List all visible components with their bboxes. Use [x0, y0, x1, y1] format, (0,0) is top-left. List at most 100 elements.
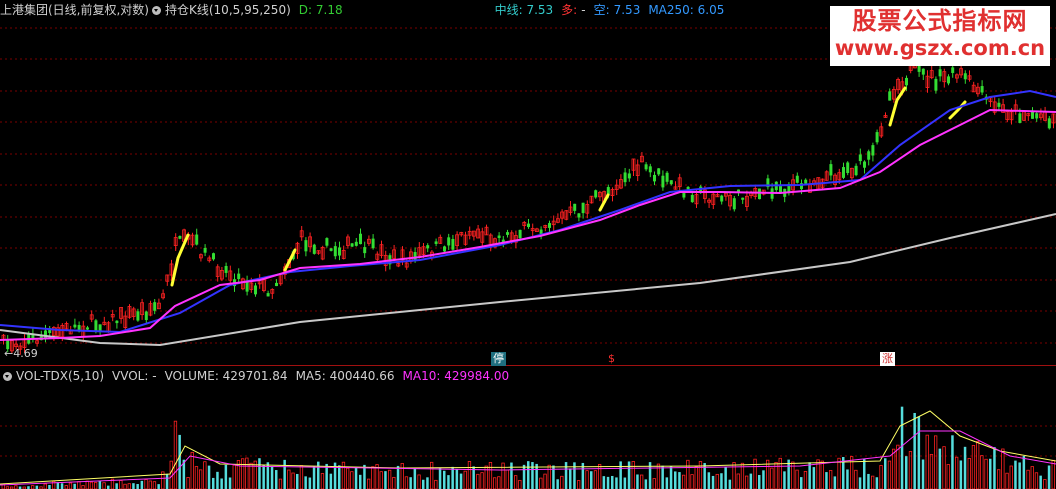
volume-bar [422, 479, 425, 489]
candle-body [153, 302, 157, 311]
volume-bar [661, 465, 664, 489]
price-chart-header: 上港集团(日线,前复权,对数) 持仓K线(10,5,95,250) D: 7.1… [0, 0, 724, 20]
dropdown-icon[interactable] [3, 371, 12, 381]
volume-bar [304, 476, 307, 489]
volume-bar [127, 483, 131, 489]
candle-body [144, 311, 148, 321]
volume-bar [455, 469, 459, 489]
volume-bar [854, 469, 858, 489]
candle-body [73, 324, 77, 328]
volume-bar [925, 434, 929, 489]
volume-bar [585, 470, 589, 489]
volume-bar [115, 483, 118, 489]
candle-body [115, 320, 119, 324]
volume-bar [404, 476, 409, 489]
ma250-value: MA250: 6.05 [648, 3, 725, 17]
dropdown-icon[interactable] [152, 5, 161, 15]
watermark-logo: 股票公式指标网 www.gszx.com.cn [830, 6, 1050, 66]
volume-bar [64, 485, 68, 489]
volume-bar [245, 457, 249, 489]
volume-bar [1034, 472, 1039, 489]
candle-body [627, 173, 631, 179]
volume-bar [392, 476, 396, 489]
volume-bar [825, 472, 828, 489]
volume-bar [77, 481, 81, 489]
candle-body [644, 164, 648, 170]
volume-bar [35, 485, 39, 489]
indicator-name[interactable]: 持仓K线(10,5,95,250) [165, 0, 291, 20]
volume-bar [593, 470, 598, 489]
suspension-marker[interactable]: 停 [491, 352, 506, 366]
volume-bar [783, 471, 786, 489]
volume-bar [917, 416, 921, 489]
volume-bar [736, 473, 740, 489]
candle-body [963, 73, 967, 80]
volume-bar [447, 475, 450, 489]
volume-bar [669, 466, 673, 489]
volume-bar [522, 464, 526, 489]
candle-body [86, 327, 89, 330]
volume-bar [194, 466, 199, 489]
candle-body [443, 246, 446, 252]
volume-bar [745, 475, 749, 489]
candle-body [934, 78, 938, 91]
dividend-marker[interactable]: $ [606, 352, 617, 366]
volume-bar [971, 445, 976, 489]
volume-bar [1001, 448, 1005, 489]
security-title: 上港集团(日线,前复权,对数) [0, 3, 149, 17]
volume-bar [611, 475, 614, 489]
candle-body [661, 175, 665, 188]
volume-bar [980, 455, 984, 489]
candle-body [682, 193, 686, 198]
volume-bar [287, 469, 291, 489]
candle-body [623, 172, 627, 183]
volume-bar [107, 485, 110, 489]
volume-bar [409, 477, 412, 489]
volume-bar [984, 458, 988, 489]
volume-bar [505, 469, 509, 489]
volume-bar [900, 406, 904, 489]
volume-bar [459, 473, 463, 489]
volume-bar [934, 435, 938, 489]
volume-bar [606, 476, 610, 489]
volume-bar [619, 461, 622, 489]
volume-bar [690, 474, 694, 489]
volume-indicator-name[interactable]: VOL-TDX(5,10) [16, 366, 104, 386]
volume-bar [652, 478, 656, 489]
volume-bar [858, 477, 862, 489]
volume-bar [1022, 455, 1026, 489]
kong-value: 7.53 [613, 3, 641, 17]
volume-bar [892, 448, 896, 489]
volume-bar [720, 473, 723, 489]
volume-bar [216, 471, 219, 489]
limit-up-marker[interactable]: 涨 [880, 352, 895, 366]
volume-bar [1009, 465, 1013, 489]
volume-bar [476, 473, 480, 489]
volume-bar [871, 475, 875, 489]
volume-bar [1018, 462, 1021, 489]
volume-bar [1005, 472, 1009, 489]
volume-bar [140, 480, 144, 489]
volume-bar [896, 444, 900, 489]
volume-bar [707, 472, 711, 489]
volume-bar [178, 434, 181, 489]
d-value: D: 7.18 [298, 3, 343, 17]
volume-bar [590, 471, 593, 489]
volume-bar [396, 465, 400, 489]
volume-bar [119, 480, 123, 489]
volume-bar [577, 480, 581, 489]
volume-bar [60, 483, 64, 489]
volume-bar [203, 461, 207, 489]
volume-bar [694, 466, 698, 489]
volume-bar [908, 451, 913, 489]
candle-body [518, 229, 522, 239]
volume-bar [438, 467, 442, 489]
volume-bar [674, 471, 677, 489]
volume-bar [338, 465, 341, 489]
volume-bar [228, 477, 232, 489]
candle-body [359, 233, 362, 245]
candle-body [867, 151, 871, 160]
ma250-line [0, 213, 1056, 347]
volume-bar [1030, 466, 1034, 489]
volume-bar [212, 477, 215, 489]
